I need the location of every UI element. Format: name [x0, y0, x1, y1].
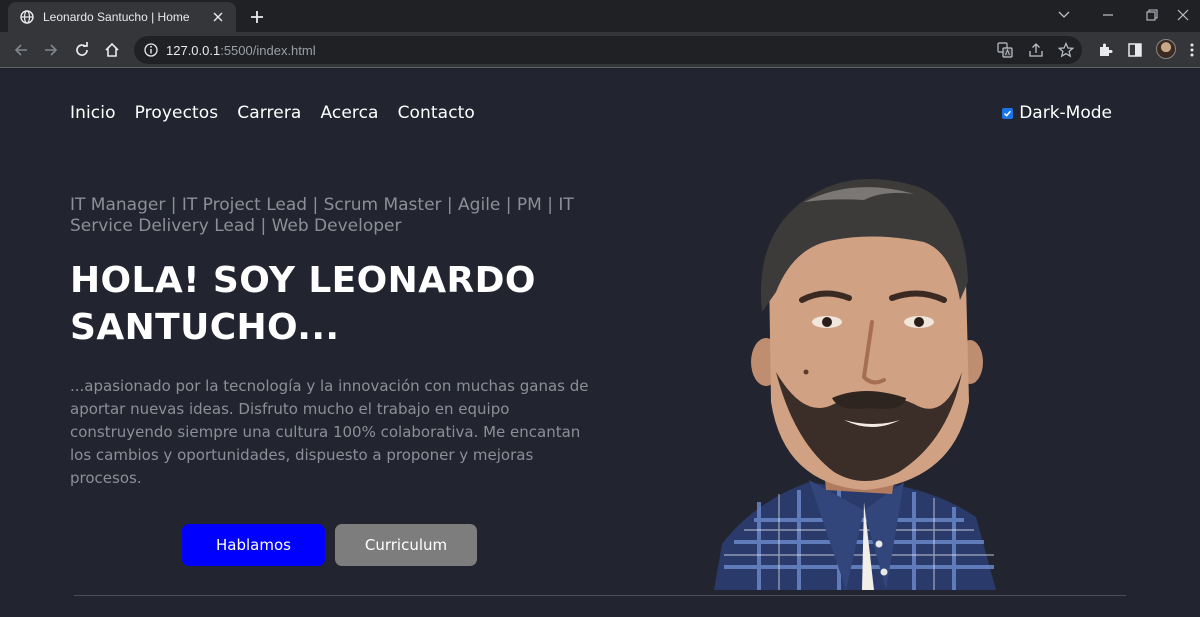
address-bar[interactable]: 127.0.0.1:5500/index.html: [134, 36, 1082, 64]
tab-title: Leonardo Santucho | Home: [43, 10, 190, 24]
menu-icon[interactable]: [1180, 38, 1200, 62]
browser-toolbar: 127.0.0.1:5500/index.html: [0, 32, 1200, 68]
nav-item-contacto[interactable]: Contacto: [398, 103, 475, 123]
close-icon[interactable]: [210, 9, 226, 25]
curriculum-button[interactable]: Curriculum: [335, 524, 477, 566]
dark-mode-toggle[interactable]: Dark-Mode: [1002, 103, 1112, 123]
browser-tab[interactable]: Leonardo Santucho | Home: [8, 2, 236, 32]
share-icon[interactable]: [1027, 41, 1045, 59]
nav-item-inicio[interactable]: Inicio: [70, 103, 116, 123]
home-icon[interactable]: [100, 38, 124, 62]
main-nav: Inicio Proyectos Carrera Acerca Contacto: [70, 103, 475, 123]
dark-mode-checkbox[interactable]: [1002, 107, 1014, 119]
browser-tabstrip: Leonardo Santucho | Home: [0, 0, 1200, 32]
back-icon[interactable]: [9, 38, 33, 62]
globe-icon: [20, 10, 34, 24]
profile-photo: [714, 179, 996, 590]
nav-item-acerca[interactable]: Acerca: [320, 103, 378, 123]
section-divider: [74, 595, 1126, 596]
hero-headline: HOLA! SOY LEONARDO SANTUCHO...: [70, 260, 536, 348]
reload-icon[interactable]: [70, 38, 94, 62]
page: Inicio Proyectos Carrera Acerca Contacto…: [0, 69, 1200, 617]
extensions-icon[interactable]: [1093, 38, 1117, 62]
new-tab-button[interactable]: [247, 7, 267, 27]
minimize-icon[interactable]: [1093, 4, 1123, 26]
hablamos-button[interactable]: Hablamos: [182, 524, 325, 566]
dark-mode-label: Dark-Mode: [1019, 103, 1112, 123]
translate-icon[interactable]: [996, 41, 1014, 59]
nav-item-carrera[interactable]: Carrera: [237, 103, 301, 123]
window-close-icon[interactable]: [1168, 4, 1198, 26]
info-icon[interactable]: [144, 43, 158, 57]
side-panel-icon[interactable]: [1123, 38, 1147, 62]
profile-avatar[interactable]: [1156, 39, 1176, 59]
nav-item-proyectos[interactable]: Proyectos: [135, 103, 219, 123]
bookmark-star-icon[interactable]: [1057, 41, 1075, 59]
hero-subtitle: IT Manager | IT Project Lead | Scrum Mas…: [70, 195, 574, 236]
restore-icon[interactable]: [1137, 4, 1167, 26]
hero-description: ...apasionado por la tecnología y la inn…: [70, 377, 589, 487]
forward-icon[interactable]: [39, 38, 63, 62]
chevron-down-icon[interactable]: [1049, 4, 1079, 26]
url-text: 127.0.0.1:5500/index.html: [166, 42, 316, 58]
